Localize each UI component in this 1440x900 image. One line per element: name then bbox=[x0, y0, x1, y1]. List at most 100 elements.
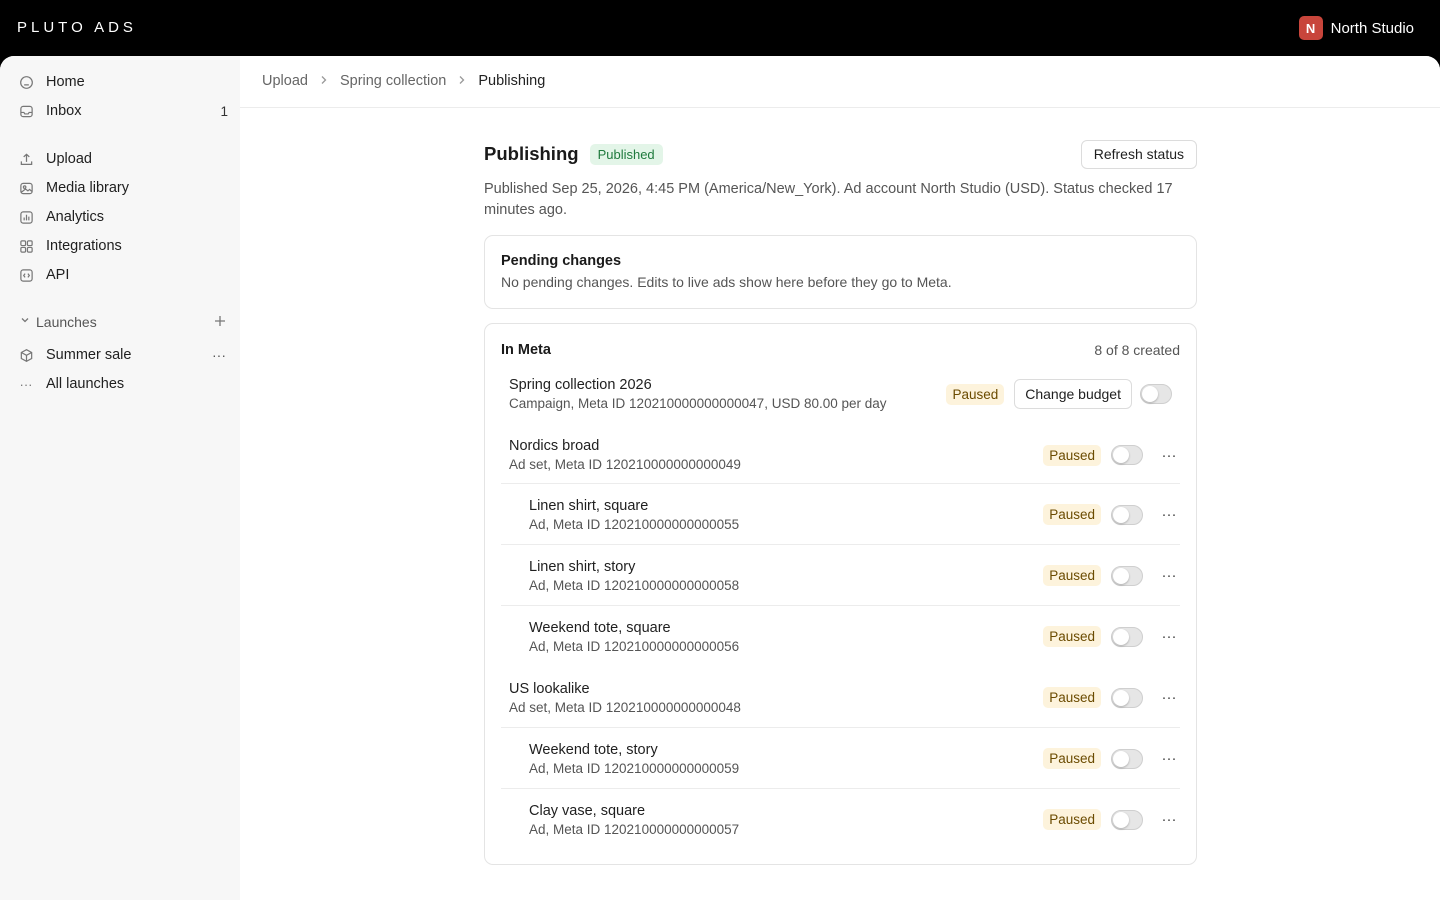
row-name: Weekend tote, story bbox=[529, 741, 658, 758]
row-details: Ad, Meta ID 120210000000000059 bbox=[529, 760, 740, 776]
title-row: Publishing Published Refresh status bbox=[484, 139, 1197, 169]
media-library-icon bbox=[18, 180, 34, 196]
row-toggle[interactable] bbox=[1111, 687, 1143, 708]
more-icon: ··· bbox=[19, 376, 33, 392]
sidebar-item-label: Integrations bbox=[46, 238, 122, 254]
more-options-icon[interactable]: ··· bbox=[1158, 811, 1180, 828]
row-details: Ad, Meta ID 120210000000000057 bbox=[529, 821, 740, 837]
more-options-icon[interactable]: ··· bbox=[1158, 447, 1180, 464]
status-badge: Published bbox=[589, 143, 663, 165]
row-details: Ad set, Meta ID 120210000000000049 bbox=[509, 457, 741, 472]
inbox-count-badge: 1 bbox=[220, 103, 228, 119]
inbox-icon bbox=[18, 103, 34, 119]
top-bar: PLUTO ADS N North Studio bbox=[0, 0, 1440, 56]
sidebar-item-integrations[interactable]: Integrations bbox=[18, 233, 228, 259]
row-toggle[interactable] bbox=[1111, 504, 1143, 525]
table-row: Linen shirt, story Ad, Meta ID 1202100000… bbox=[501, 545, 1180, 606]
sidebar-item-label: API bbox=[46, 267, 70, 283]
status-badge: Paused bbox=[1043, 626, 1101, 647]
row-toggle[interactable] bbox=[1111, 565, 1143, 586]
campaign-row: Spring collection 2026 Campaign, Meta ID… bbox=[501, 362, 1180, 426]
home-icon bbox=[18, 74, 34, 90]
sidebar-item-inbox[interactable]: Inbox 1 bbox=[18, 98, 228, 124]
app-shell: Home Inbox 1 Upload Media library Analyt… bbox=[0, 56, 1440, 900]
table-row: Linen shirt, square Ad, Meta ID 120210000… bbox=[501, 484, 1180, 545]
more-options-icon[interactable]: ··· bbox=[1158, 750, 1180, 767]
package-icon bbox=[18, 347, 34, 363]
sidebar-item-home[interactable]: Home bbox=[18, 69, 228, 95]
status-badge: Paused bbox=[1043, 444, 1101, 466]
in-meta-header: In Meta 8 of 8 created bbox=[501, 342, 1180, 358]
row-details: Ad set, Meta ID 120210000000000048 bbox=[509, 699, 741, 715]
in-meta-card: In Meta 8 of 8 created Spring collection… bbox=[484, 323, 1197, 865]
status-badge: Paused bbox=[1043, 687, 1101, 708]
launches-section-label: Launches bbox=[36, 313, 97, 330]
breadcrumb-publishing: Publishing bbox=[478, 73, 546, 89]
breadcrumb-upload[interactable]: Upload bbox=[262, 73, 308, 89]
row-toggle[interactable] bbox=[1111, 748, 1143, 769]
upload-icon bbox=[18, 151, 34, 167]
chevron-down-icon bbox=[20, 315, 32, 328]
header-divider bbox=[240, 107, 1440, 108]
sidebar-item-label: Analytics bbox=[46, 209, 105, 225]
more-options-icon[interactable]: ··· bbox=[1158, 506, 1180, 523]
sidebar-item-label: All launches bbox=[46, 376, 125, 392]
sidebar-item-media-library[interactable]: Media library bbox=[18, 175, 228, 201]
status-badge: Paused bbox=[1043, 748, 1101, 769]
change-budget-button[interactable]: Change budget bbox=[1014, 379, 1132, 409]
sidebar-item-label: Upload bbox=[46, 151, 92, 167]
launches-section-header[interactable]: Launches bbox=[20, 313, 226, 330]
sidebar-item-all-launches[interactable]: ··· All launches bbox=[18, 371, 228, 397]
integrations-icon bbox=[18, 238, 34, 254]
row-name: Nordics broad bbox=[509, 438, 600, 454]
row-toggle[interactable] bbox=[1111, 809, 1143, 830]
refresh-status-button[interactable]: Refresh status bbox=[1080, 139, 1197, 169]
row-name: Linen shirt, square bbox=[529, 497, 649, 514]
breadcrumb-spring-collection[interactable]: Spring collection bbox=[340, 73, 446, 89]
row-name: Clay vase, square bbox=[529, 802, 646, 819]
row-details: Ad, Meta ID 120210000000000056 bbox=[529, 638, 740, 654]
row-name: Linen shirt, story bbox=[529, 558, 636, 575]
main-panel: Upload Spring collection Publishing Publ… bbox=[240, 56, 1440, 900]
more-options-icon[interactable]: ··· bbox=[212, 347, 226, 363]
brand-logo[interactable]: PLUTO ADS bbox=[17, 19, 137, 36]
sidebar-item-label: Home bbox=[46, 74, 85, 90]
sidebar-item-label: Media library bbox=[46, 180, 129, 196]
account-name: North Studio bbox=[1330, 19, 1414, 37]
table-row: Nordics broad Ad set, Meta ID 12021000000… bbox=[501, 426, 1180, 484]
more-options-icon[interactable]: ··· bbox=[1158, 567, 1180, 584]
add-launch-icon[interactable] bbox=[214, 313, 226, 330]
sidebar-item-analytics[interactable]: Analytics bbox=[18, 204, 228, 230]
sidebar: Home Inbox 1 Upload Media library Analyt… bbox=[0, 56, 240, 900]
pending-changes-card: Pending changes No pending changes. Edit… bbox=[484, 235, 1197, 309]
more-options-icon[interactable]: ··· bbox=[1158, 628, 1180, 645]
created-count: 8 of 8 created bbox=[1094, 342, 1180, 358]
api-icon bbox=[18, 267, 34, 283]
row-name: Weekend tote, square bbox=[529, 619, 671, 636]
campaign-toggle[interactable] bbox=[1140, 384, 1172, 404]
status-badge: Paused bbox=[946, 383, 1005, 405]
sidebar-item-api[interactable]: API bbox=[18, 262, 228, 288]
status-badge: Paused bbox=[1043, 809, 1101, 830]
pending-changes-title: Pending changes bbox=[501, 253, 622, 269]
status-badge: Paused bbox=[1043, 565, 1101, 586]
row-toggle[interactable] bbox=[1111, 445, 1143, 465]
breadcrumb: Upload Spring collection Publishing bbox=[262, 73, 545, 89]
chevron-right-icon bbox=[458, 74, 466, 88]
sidebar-item-label: Summer sale bbox=[46, 347, 132, 363]
row-toggle[interactable] bbox=[1111, 626, 1143, 647]
account-avatar: N bbox=[1298, 16, 1323, 40]
table-row: Weekend tote, square Ad, Meta ID 12021000… bbox=[501, 606, 1180, 667]
more-options-icon[interactable]: ··· bbox=[1158, 689, 1180, 706]
page-title: Publishing bbox=[484, 143, 579, 164]
table-row: Weekend tote, story Ad, Meta ID 120210000… bbox=[501, 728, 1180, 789]
status-badge: Paused bbox=[1043, 504, 1101, 525]
in-meta-title: In Meta bbox=[501, 342, 551, 358]
sidebar-item-summer-sale[interactable]: Summer sale ··· bbox=[18, 342, 228, 368]
table-row: US lookalike Ad set, Meta ID 120210000000… bbox=[501, 667, 1180, 728]
account-switcher[interactable]: N North Studio bbox=[1298, 16, 1414, 40]
row-name: US lookalike bbox=[509, 680, 590, 697]
analytics-icon bbox=[18, 209, 34, 225]
sidebar-item-upload[interactable]: Upload bbox=[18, 146, 228, 172]
campaign-name: Spring collection 2026 bbox=[509, 377, 652, 393]
